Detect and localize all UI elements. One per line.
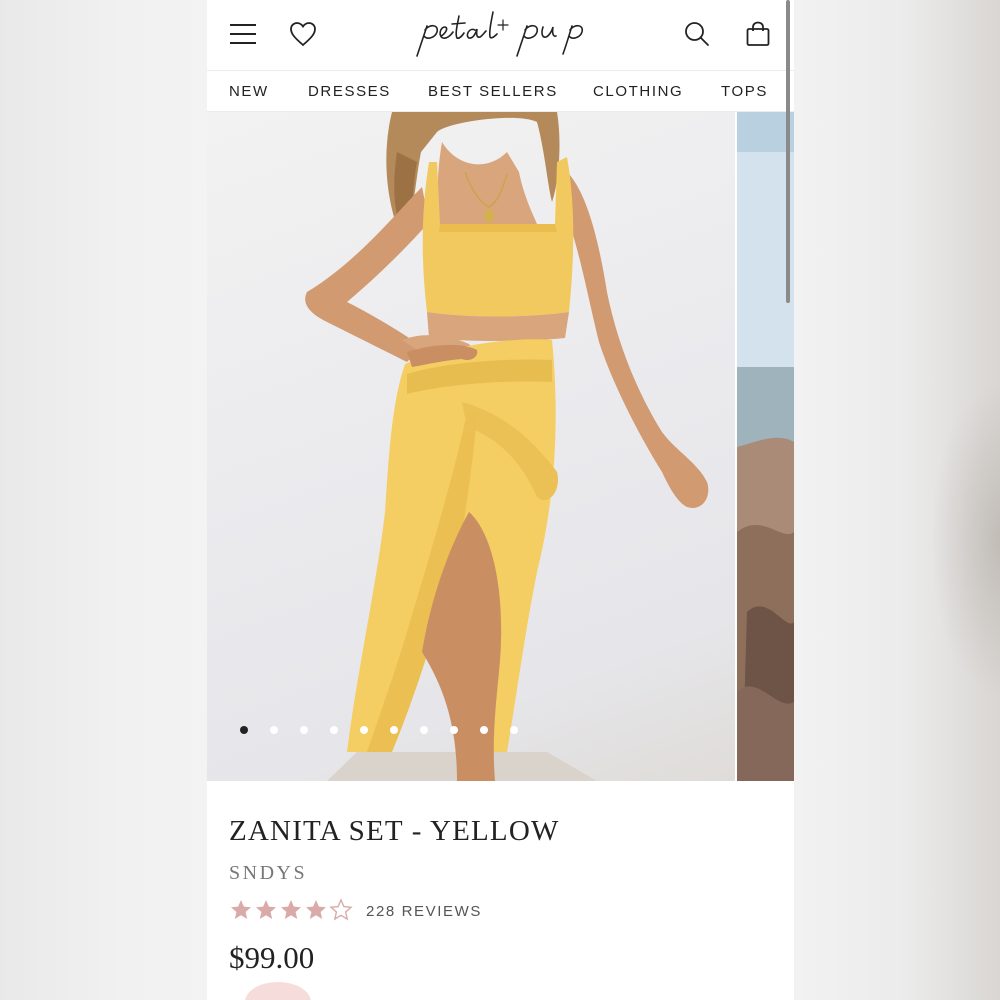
gallery-dot-2[interactable]	[270, 726, 278, 734]
gallery-dot-8[interactable]	[450, 726, 458, 734]
product-price: $99.00	[229, 940, 315, 975]
rating-stars[interactable]	[229, 898, 359, 924]
category-nav: NEW DRESSES BEST SELLERS CLOTHING TOPS	[207, 70, 794, 112]
bag-icon[interactable]	[740, 16, 776, 52]
blurred-background-right	[794, 0, 1000, 1000]
menu-icon[interactable]	[225, 16, 261, 52]
blurred-background-left	[0, 0, 207, 1000]
gallery-dot-1[interactable]	[240, 726, 248, 734]
star-filled-icon	[281, 900, 301, 919]
site-logo[interactable]	[407, 6, 597, 64]
star-filled-icon	[306, 900, 326, 919]
product-image-main[interactable]	[207, 112, 735, 781]
gallery-dot-9[interactable]	[480, 726, 488, 734]
floating-action-button[interactable]	[245, 982, 311, 1000]
gallery-dot-6[interactable]	[390, 726, 398, 734]
nav-item-clothing[interactable]: CLOTHING	[593, 83, 683, 100]
search-icon[interactable]	[679, 16, 715, 52]
nav-item-dresses[interactable]: DRESSES	[308, 83, 391, 100]
gallery-dot-3[interactable]	[300, 726, 308, 734]
site-header	[207, 0, 794, 68]
star-filled-icon	[231, 900, 251, 919]
page-scrollbar[interactable]	[786, 0, 790, 303]
nav-item-new[interactable]: NEW	[229, 83, 269, 100]
product-title: ZANITA SET - YELLOW	[229, 815, 560, 847]
gallery-dot-5[interactable]	[360, 726, 368, 734]
mobile-page: NEW DRESSES BEST SELLERS CLOTHING TOPS Z…	[207, 0, 794, 1000]
heart-icon[interactable]	[285, 16, 321, 52]
nav-item-tops[interactable]: TOPS	[721, 83, 768, 100]
gallery-dot-10[interactable]	[510, 726, 518, 734]
star-filled-icon	[256, 900, 276, 919]
star-empty-icon	[329, 898, 353, 921]
reviews-link[interactable]: 228 REVIEWS	[366, 903, 482, 920]
nav-item-best-sellers[interactable]: BEST SELLERS	[428, 83, 558, 100]
gallery-pagination	[240, 726, 540, 736]
gallery-dot-4[interactable]	[330, 726, 338, 734]
product-brand[interactable]: SNDYS	[229, 862, 307, 885]
gallery-dot-7[interactable]	[420, 726, 428, 734]
